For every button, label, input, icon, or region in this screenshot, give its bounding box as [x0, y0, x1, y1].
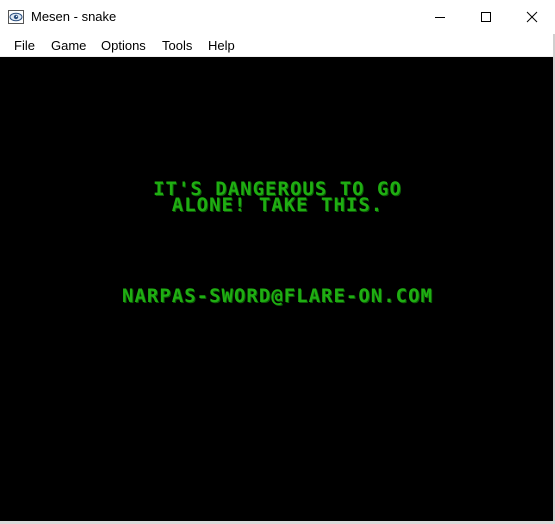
- game-message-line-2: ALONE! TAKE THIS.: [171, 194, 384, 216]
- minimize-icon: [435, 17, 445, 18]
- close-icon: [526, 11, 538, 23]
- menu-options[interactable]: Options: [101, 38, 146, 53]
- menu-file[interactable]: File: [14, 38, 35, 53]
- minimize-button[interactable]: [417, 0, 463, 34]
- game-screen[interactable]: IT'S DANGEROUS TO GO ALONE! TAKE THIS. N…: [0, 57, 555, 521]
- close-button[interactable]: [509, 0, 555, 34]
- window-title: Mesen - snake: [31, 9, 117, 24]
- mesen-eye-icon: [8, 10, 24, 24]
- menu-help[interactable]: Help: [208, 38, 235, 53]
- maximize-button[interactable]: [463, 0, 509, 34]
- maximize-icon: [481, 12, 491, 22]
- menu-tools[interactable]: Tools: [162, 38, 192, 53]
- emulator-window: Mesen - snake File Game Options Tools He…: [0, 0, 555, 524]
- menu-game[interactable]: Game: [51, 38, 86, 53]
- title-bar[interactable]: Mesen - snake: [0, 0, 555, 34]
- flag-email-text: NARPAS-SWORD@FLARE-ON.COM: [122, 285, 433, 307]
- menu-bar: File Game Options Tools Help: [0, 34, 555, 57]
